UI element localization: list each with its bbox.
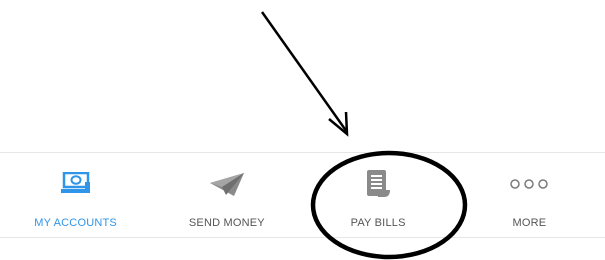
- tab-label: MY ACCOUNTS: [34, 217, 117, 229]
- money-icon: [56, 170, 96, 198]
- tab-pay-bills[interactable]: PAY BILLS: [303, 153, 454, 237]
- tab-label: PAY BILLS: [350, 217, 406, 229]
- tab-my-accounts[interactable]: MY ACCOUNTS: [0, 153, 151, 237]
- more-dots-icon: [509, 170, 549, 198]
- tab-label: MORE: [512, 217, 547, 229]
- bill-icon: [358, 170, 398, 198]
- tab-label: SEND MONEY: [188, 217, 265, 229]
- tab-send-money[interactable]: SEND MONEY: [151, 153, 302, 237]
- arrow-annotation: [260, 11, 349, 137]
- tab-more[interactable]: MORE: [454, 153, 605, 237]
- paper-plane-icon: [207, 170, 247, 198]
- bottom-tab-bar: MY ACCOUNTS SEND MONEY PAY BILLS MORE: [0, 152, 605, 238]
- app-screen: MY ACCOUNTS SEND MONEY PAY BILLS MORE: [0, 0, 605, 260]
